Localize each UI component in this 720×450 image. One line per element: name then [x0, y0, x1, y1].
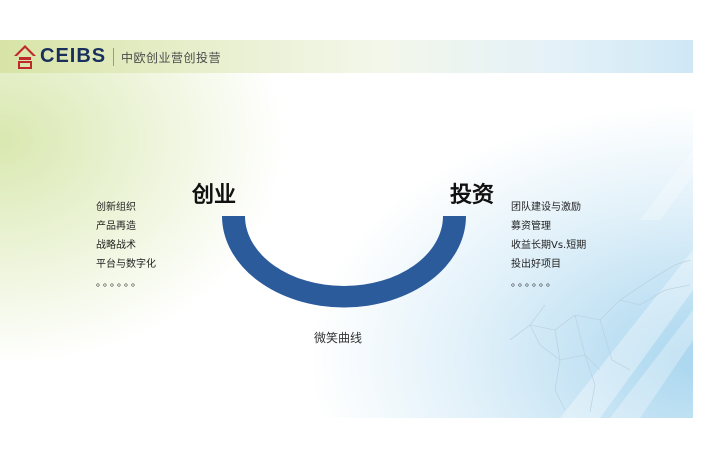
- right-list-item: 收益长期Vs.短期: [511, 240, 587, 251]
- left-list-ellipsis: 。。。。。。: [96, 278, 143, 289]
- right-list: 团队建设与激励 募资管理 收益长期Vs.短期 投出好项目 。。。。。。: [511, 198, 586, 293]
- right-list-item: 投出好项目: [511, 259, 561, 270]
- right-list-ellipsis: 。。。。。。: [511, 278, 558, 289]
- smile-curve-arc: [222, 216, 466, 308]
- slide: CEIBS 中欧创业营创投营 创业 投资 创新组织 产品再造 战略战术 平台与数…: [0, 40, 693, 418]
- left-list-item: 创新组织: [96, 202, 136, 213]
- left-list-item: 产品再造: [96, 221, 136, 232]
- curve-caption: 微笑曲线: [314, 331, 363, 345]
- right-list-item: 团队建设与激励: [511, 202, 581, 213]
- left-heading: 创业: [192, 183, 237, 208]
- right-list-item: 募资管理: [511, 221, 551, 232]
- left-list-item: 平台与数字化: [96, 259, 156, 270]
- left-list: 创新组织 产品再造 战略战术 平台与数字化 。。。。。。: [96, 198, 156, 293]
- left-list-item: 战略战术: [96, 240, 136, 251]
- right-heading: 投资: [450, 183, 495, 208]
